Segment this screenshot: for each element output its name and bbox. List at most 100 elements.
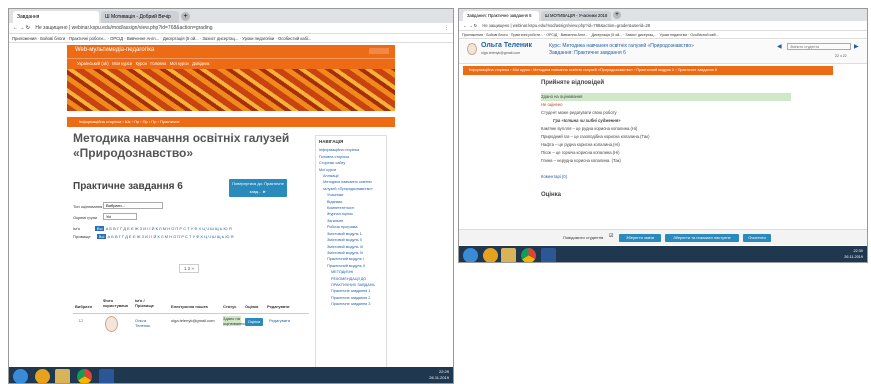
reset-button[interactable]: Очистити <box>743 234 771 242</box>
breadcrumb-item[interactable]: Інформаційна сторінка <box>79 119 121 124</box>
tab-assign[interactable]: Завдання <box>13 11 99 23</box>
word-icon[interactable] <box>541 248 556 262</box>
col-header[interactable]: Електронна пошта <box>171 304 208 309</box>
bookmark-item[interactable]: Дисертація (5 ой... <box>163 36 199 41</box>
bookmark-item[interactable]: Уроки педагогіки <box>242 36 274 41</box>
breadcrumb-item[interactable]: Методика навчання освітніх галузей «Прир… <box>533 68 633 72</box>
bookmark-item[interactable]: Вивчення Англ... <box>127 36 159 41</box>
bookmarks-bar: Приложения · Бойові блоги · Практичні ро… <box>459 31 867 39</box>
menu-icon[interactable]: ⋮ <box>444 23 449 33</box>
nav-block-item[interactable]: Практичне завдання 3 <box>319 301 383 307</box>
bookmark-item[interactable]: Бойові блоги <box>40 36 65 41</box>
select-checkbox[interactable]: ☐ <box>79 318 83 323</box>
save-changes-button[interactable]: Зберегти зміни <box>619 234 661 242</box>
user-name[interactable]: Ольга Теленик <box>481 42 532 49</box>
new-tab-button[interactable]: + <box>181 12 190 21</box>
bookmark-item[interactable]: Вивчення Англ... <box>561 33 589 37</box>
group-select[interactable]: Усі <box>103 213 137 220</box>
bookmark-item[interactable]: Практичні роботи... <box>69 36 106 41</box>
forward-icon[interactable]: → <box>19 25 24 31</box>
back-icon[interactable]: ← <box>463 23 467 28</box>
nav-item[interactable]: Довідник <box>192 61 209 66</box>
url-field[interactable]: Не защищено | webinar.kspu.edu/mod/assig… <box>35 25 212 31</box>
bookmark-item[interactable]: Бойові блоги <box>486 33 507 37</box>
assign-line[interactable]: Завдання: Практичне завдання 6 <box>549 50 626 56</box>
next-user-icon[interactable]: ▶ <box>854 43 859 50</box>
nav-item[interactable]: Мої курси <box>170 61 189 66</box>
pager[interactable]: 1 2 » <box>179 264 200 273</box>
bookmark-item[interactable]: Захист дисертац... <box>625 33 656 37</box>
col-header[interactable]: Статус <box>223 304 236 309</box>
media-icon[interactable] <box>35 369 50 383</box>
reload-icon[interactable]: ↻ <box>26 25 30 31</box>
back-icon[interactable]: ← <box>13 25 18 31</box>
site-title[interactable]: Web-мультимедіа-педагогіка <box>75 47 154 53</box>
bookmark-item[interactable]: Уроки педагогіки <box>660 33 688 37</box>
col-header[interactable]: Оцінка <box>245 304 258 309</box>
tab-grader[interactable]: Завдання: Практичне завдання 6 <box>463 11 539 21</box>
breadcrumb-item[interactable]: Інформаційна сторінка <box>469 68 509 72</box>
change-user-select[interactable]: Змінити студента <box>787 43 851 50</box>
start-icon[interactable] <box>13 369 28 383</box>
breadcrumb-item[interactable]: Практичне завдання 6 <box>678 68 717 72</box>
nav-item[interactable]: Український (uk) <box>77 61 109 66</box>
section-title: Прийняте відповідей <box>541 80 605 86</box>
letter-links[interactable]: А Б В Г Ґ Д Е Є Ж З И І Ї Й К Л М Н О П … <box>107 234 233 239</box>
bookmark-item[interactable]: ОРСІД <box>546 33 557 37</box>
breadcrumb-item[interactable]: Мої курси <box>513 68 530 72</box>
bookmark-item[interactable]: Приложения <box>12 36 37 41</box>
comments-link[interactable]: Коментарі (0) <box>541 173 791 181</box>
filter-select[interactable]: Вибрати... <box>103 202 163 209</box>
media-icon[interactable] <box>483 248 498 262</box>
new-tab-button[interactable]: + <box>613 11 621 19</box>
col-header[interactable]: Редагувати <box>267 304 290 309</box>
col-header[interactable]: Ім'я / Прізвище <box>135 298 161 308</box>
grade-title: Оцінка <box>541 192 561 198</box>
answer-line: Пісок – це горюча корисна копалина.(Ні) <box>541 150 620 155</box>
prev-user-icon[interactable]: ◀ <box>777 43 782 50</box>
bookmark-item[interactable]: Особистий кабі... <box>690 33 719 37</box>
all-letter-button[interactable]: Всі <box>96 234 107 239</box>
breadcrumb-item[interactable]: Шк <box>125 119 130 124</box>
forward-icon[interactable]: → <box>468 23 472 28</box>
explorer-icon[interactable] <box>55 369 70 383</box>
nav-item[interactable]: Курси <box>136 61 147 66</box>
reload-icon[interactable]: ↻ <box>474 23 478 28</box>
breadcrumb-item[interactable]: Пр <box>143 119 148 124</box>
word-icon[interactable] <box>99 369 114 383</box>
firstname-filter: Ім'я Всі А Б В Г Ґ Д Е Є Ж З И І Ї Й К Л… <box>73 226 232 231</box>
bookmark-item[interactable]: Особистий кабі... <box>278 36 311 41</box>
chrome-icon[interactable] <box>521 248 536 262</box>
url-field[interactable]: Не защищено | webinar.kspu.edu/mod/assig… <box>482 23 650 28</box>
start-icon[interactable] <box>463 248 478 262</box>
edit-menu[interactable]: Редагувати <box>269 318 290 323</box>
grade-button[interactable]: Оцінка <box>245 318 263 326</box>
all-letter-button[interactable]: Всі <box>94 226 105 231</box>
bookmark-item[interactable]: Дисертація (5 ой... <box>591 33 622 37</box>
col-header[interactable]: Вибрати <box>75 304 92 309</box>
breadcrumb-item[interactable]: Практичне <box>160 119 180 124</box>
nav-item[interactable]: Моя курси <box>112 61 132 66</box>
tab-motivation[interactable]: Ш Мотивація - Добрий Вечір <box>101 11 179 23</box>
bookmark-item[interactable]: Захист дисертац... <box>202 36 238 41</box>
bookmark-item[interactable]: Приложения <box>462 33 483 37</box>
save-next-button[interactable]: Зберегти та показати наступне <box>665 234 739 242</box>
nav-item[interactable]: Головна <box>150 61 166 66</box>
explorer-icon[interactable] <box>501 248 516 262</box>
breadcrumb-item[interactable]: Практичний модуль ІІ <box>636 68 674 72</box>
bookmark-item[interactable]: Практичні роботи... <box>511 33 543 37</box>
user-menu[interactable] <box>369 48 389 54</box>
col-header[interactable]: Фото користувача <box>103 298 128 308</box>
nav-block-item[interactable]: МЕТОДИЧНІ РЕКОМЕНДАЦІЇ ДО ПРАКТИЧНИХ ЗАВ… <box>319 269 383 288</box>
user-name-link[interactable]: Ольга Теленик <box>135 318 155 328</box>
bookmark-item[interactable]: ОРСІД <box>110 36 123 41</box>
grade-link-button[interactable]: Повернутися до: Практичне завд... ► <box>229 179 287 197</box>
course-line[interactable]: Курс: Методика навчання освітніх галузей… <box>549 43 694 49</box>
letter-links[interactable]: А Б В Г Ґ Д Е Є Ж З И І Ї Й К Л М Н О П … <box>106 226 232 231</box>
notify-checkbox[interactable]: ☑ <box>609 233 613 239</box>
breadcrumb-item[interactable]: Пр <box>151 119 156 124</box>
tab-motivation[interactable]: Ш МОТИВАЦІЯ - Учасники 2018 <box>541 11 611 21</box>
chrome-icon[interactable] <box>77 369 92 383</box>
breadcrumb-item[interactable]: Пр <box>134 119 139 124</box>
nav-block-item[interactable]: Методика навчання освітніх галузей «Прир… <box>319 179 383 192</box>
